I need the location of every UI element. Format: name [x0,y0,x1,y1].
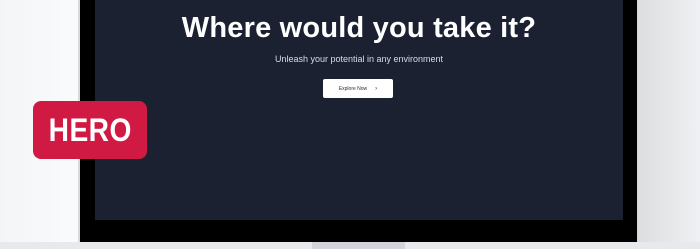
hero-section-tag: HERO [33,101,147,159]
explore-now-label: Explore Now [338,85,368,92]
hero-headline: Where would you take it? [181,12,537,44]
hero-section: Where would you take it? Unleash your po… [95,0,623,220]
explore-now-button[interactable]: Explore Now › [323,79,393,98]
laptop-base-notch [312,242,405,249]
laptop-shadow [638,0,700,244]
hero-tag-label: HERO [48,111,132,148]
chevron-right-icon: › [375,85,378,92]
hero-subheadline: Unleash your potential in any environmen… [274,54,444,64]
